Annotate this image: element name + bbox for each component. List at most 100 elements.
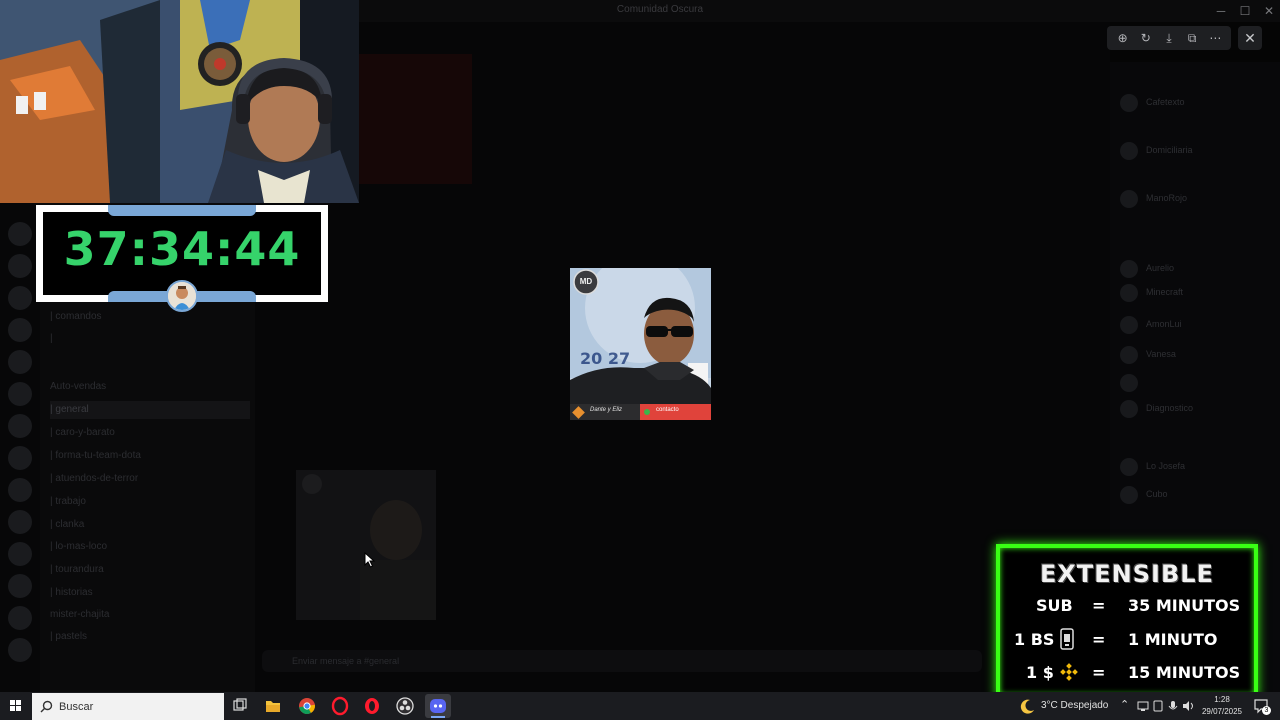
member-item[interactable]: Diagnostico [1120, 398, 1270, 420]
row-right: 15 MINUTOS [1128, 663, 1241, 682]
timer-avatar-icon [166, 280, 198, 312]
channel-item[interactable]: | trabajo [50, 493, 250, 511]
focused-image-banner-right: contacto [656, 407, 679, 413]
chrome-button[interactable] [294, 694, 320, 718]
member-item[interactable]: Minecraft [1120, 282, 1270, 304]
search-placeholder: Buscar [59, 701, 94, 713]
opera-button[interactable] [327, 694, 353, 718]
chat-image-thumbnail[interactable] [296, 470, 436, 620]
more-icon[interactable]: ⋯ [1206, 29, 1224, 47]
microphone-icon[interactable] [1167, 700, 1179, 712]
server-icon[interactable] [8, 414, 32, 438]
channel-item[interactable]: | pastels [50, 628, 250, 646]
task-view-button[interactable] [227, 694, 253, 718]
server-icon[interactable] [8, 542, 32, 566]
notification-center-button[interactable]: 3 [1253, 698, 1271, 715]
channel-item[interactable]: | caro-y-barato [50, 424, 250, 442]
server-icon[interactable] [8, 574, 32, 598]
server-icon[interactable] [8, 222, 32, 246]
server-icon[interactable] [8, 478, 32, 502]
server-icon[interactable] [8, 446, 32, 470]
member-item[interactable]: Aurelio [1120, 258, 1270, 280]
member-item[interactable]: Cubo [1120, 484, 1270, 506]
row-left: 1 BS [1014, 630, 1055, 649]
open-external-icon[interactable]: ⧉ [1183, 29, 1201, 47]
avatar [1120, 142, 1138, 160]
server-icon[interactable] [8, 286, 32, 310]
download-icon[interactable]: ⤓ [1160, 29, 1178, 47]
search-icon [40, 700, 53, 713]
avatar [1120, 316, 1138, 334]
minimize-button[interactable]: ─ [1210, 2, 1232, 20]
channel-item[interactable]: | comandos [50, 308, 250, 326]
channel-item[interactable]: mister-chajita [50, 606, 250, 624]
chat-image-thumbnail[interactable] [358, 54, 472, 184]
server-icon[interactable] [8, 382, 32, 406]
obs-icon [396, 697, 414, 715]
extensible-row-bs: 1 BS = 1 MINUTO [1000, 628, 1254, 652]
focused-image[interactable]: 20 27 MD Dante y Eliz contacto [570, 268, 711, 420]
moon-weather-icon [1020, 699, 1034, 714]
message-input[interactable]: Enviar mensaje a #general [262, 650, 982, 672]
taskbar-clock[interactable]: 1:28 29/07/2025 [1194, 694, 1250, 718]
rotate-icon[interactable]: ↻ [1137, 29, 1155, 47]
extensible-panel: EXTENSIBLE SUB = 35 MINUTOS 1 BS = 1 MIN… [996, 544, 1258, 698]
server-icon[interactable] [8, 510, 32, 534]
avatar [1120, 190, 1138, 208]
chevron-up-icon[interactable]: ⌃ [1120, 698, 1129, 711]
server-icon[interactable] [8, 638, 32, 662]
row-equals: = [1092, 663, 1106, 682]
avatar [1120, 458, 1138, 476]
webcam-feed [0, 0, 359, 203]
avatar [1120, 260, 1138, 278]
member-name: Domiciliaria [1146, 145, 1193, 155]
member-name: ManoRojo [1146, 193, 1188, 203]
server-icon[interactable] [8, 350, 32, 374]
start-button[interactable] [0, 692, 32, 720]
member-item[interactable] [1120, 372, 1270, 394]
row-right: 35 MINUTOS [1128, 596, 1241, 615]
avatar-art [168, 282, 196, 310]
channel-item[interactable]: | [50, 330, 250, 348]
zoom-in-icon[interactable]: ⊕ [1114, 29, 1132, 47]
channel-item[interactable]: Auto-vendas [50, 378, 250, 396]
member-item[interactable]: Domiciliaria [1120, 140, 1270, 162]
server-icon[interactable] [8, 318, 32, 342]
channel-item[interactable]: | clanka [50, 516, 250, 534]
chat-image-photo [296, 470, 436, 620]
weather-text[interactable]: 3°C Despejado [1041, 700, 1108, 711]
channel-item-selected[interactable]: | general [50, 401, 250, 419]
member-name: Vanesa [1146, 349, 1176, 359]
network-icon[interactable] [1137, 700, 1149, 712]
channel-item[interactable]: | tourandura [50, 561, 250, 579]
opera-gx-button[interactable] [359, 694, 385, 718]
extensible-title: EXTENSIBLE [1040, 560, 1214, 588]
window-title: Comunidad Oscura [616, 4, 704, 15]
member-item[interactable]: Cafetexto [1120, 92, 1270, 114]
close-viewer-button[interactable]: ✕ [1238, 26, 1262, 50]
avatar [1120, 346, 1138, 364]
member-item[interactable]: AmonLui [1120, 314, 1270, 336]
row-equals: = [1092, 630, 1106, 649]
windows-logo-icon [10, 700, 21, 711]
file-explorer-button[interactable] [260, 694, 286, 718]
member-item[interactable]: Vanesa [1120, 344, 1270, 366]
opera-gx-icon [365, 698, 379, 714]
channel-item[interactable]: | forma-tu-team-dota [50, 447, 250, 465]
channel-item[interactable]: | lo-mas-loco [50, 538, 250, 556]
task-view-icon [233, 698, 247, 711]
member-item[interactable]: Lo Josefa [1120, 456, 1270, 478]
discord-button[interactable] [425, 694, 451, 718]
channel-item[interactable]: | historias [50, 584, 250, 602]
obs-button[interactable] [392, 694, 418, 718]
member-name: Aurelio [1146, 263, 1175, 273]
close-window-button[interactable]: ✕ [1258, 2, 1280, 20]
channel-item[interactable]: | atuendos-de-terror [50, 470, 250, 488]
taskbar-search[interactable]: Buscar [32, 693, 224, 720]
server-icon[interactable] [8, 254, 32, 278]
member-item[interactable]: ManoRojo [1120, 188, 1270, 210]
row-right: 1 MINUTO [1128, 630, 1218, 649]
maximize-button[interactable]: ☐ [1234, 2, 1256, 20]
device-icon[interactable] [1152, 700, 1164, 712]
server-icon[interactable] [8, 606, 32, 630]
